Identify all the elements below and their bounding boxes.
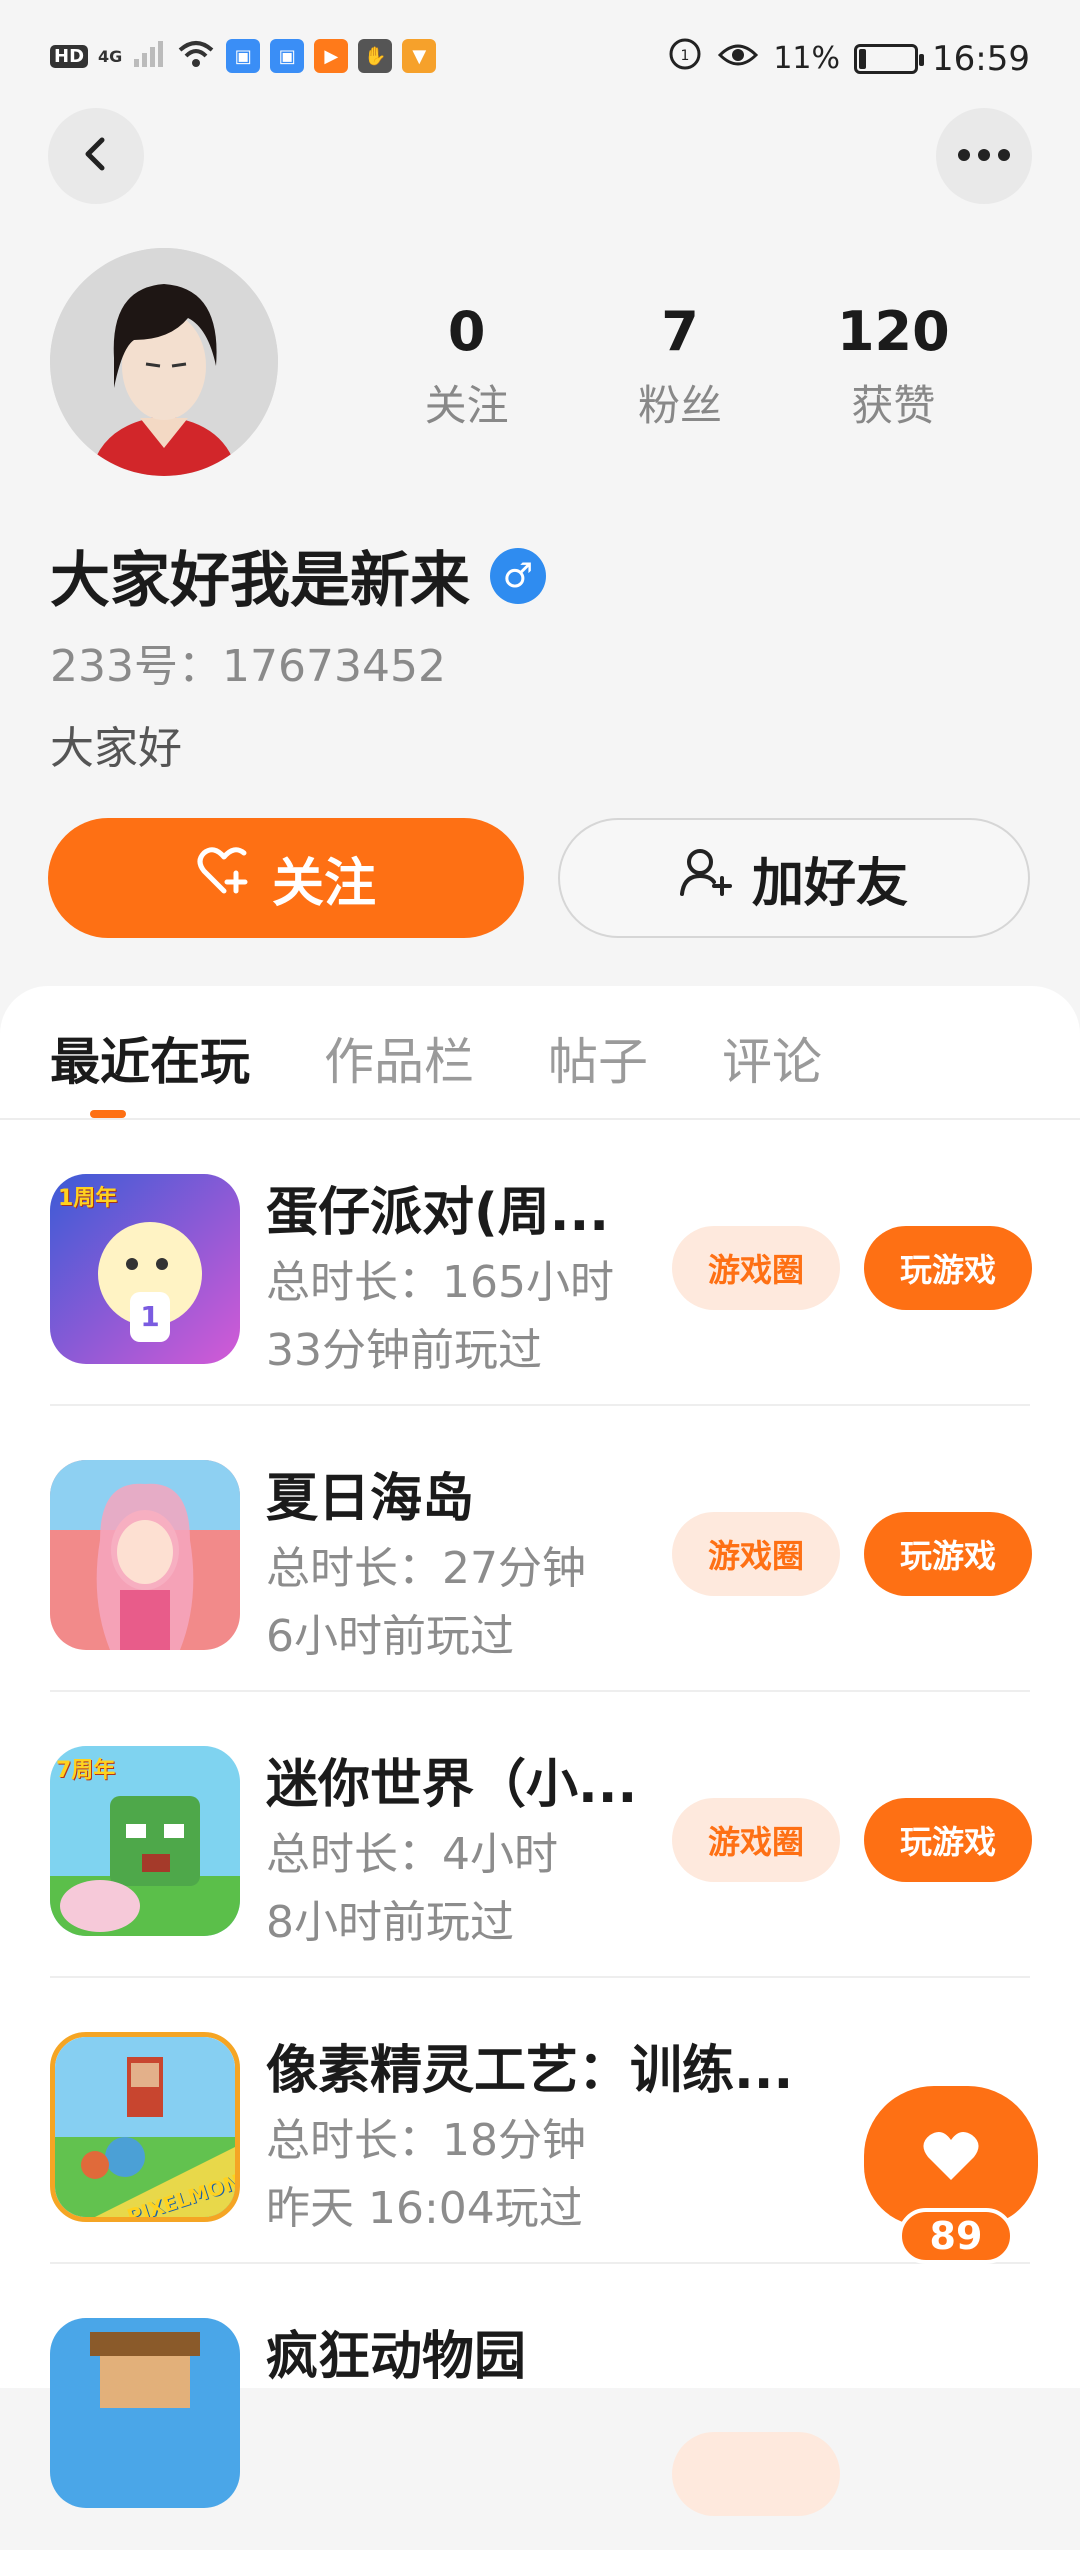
stat-value: 0	[447, 300, 486, 363]
game-icon-badge: 1周年	[58, 1186, 118, 1211]
floating-like-widget[interactable]: 89	[864, 2086, 1038, 2264]
game-title: 迷你世界（小...	[266, 1755, 638, 1815]
game-list-item[interactable]: 夏日海岛 总时长：27分钟 6小时前玩过 游戏圈 玩游戏	[50, 1406, 1032, 1692]
more-horizontal-icon	[956, 147, 1012, 166]
app-notification-icon: ▣	[270, 39, 305, 73]
game-list-item[interactable]: 1 1周年 蛋仔派对(周... 总时长：165小时 33分钟前玩过 游戏圈 玩游…	[50, 1120, 1032, 1406]
signal-icon	[132, 39, 166, 73]
stat-label: 粉丝	[637, 381, 722, 430]
more-button[interactable]	[936, 108, 1032, 204]
game-circle-button[interactable]	[672, 2432, 840, 2516]
male-icon: ♂	[490, 547, 546, 604]
stat-label: 获赞	[851, 381, 936, 430]
tab-bar: 最近在玩 作品栏 帖子 评论	[50, 1022, 822, 1094]
game-icon-badge: 7周年	[56, 1758, 116, 1783]
game-icon: 1 1周年	[50, 1174, 240, 1364]
status-bar: HD 4G ▣ ▣ ▶ ✋ ▼ 1 11% 16:59	[0, 0, 1080, 120]
game-app-icon: ▼	[402, 39, 437, 73]
username: 大家好我是新来	[50, 546, 470, 616]
game-list-item[interactable]: 疯狂动物园	[50, 2264, 1030, 2550]
game-circle-button[interactable]: 游戏圈	[672, 1226, 840, 1310]
add-user-icon	[679, 846, 732, 911]
stat-likes[interactable]: 120 获赞	[787, 300, 1000, 433]
game-title: 蛋仔派对(周...	[266, 1183, 610, 1243]
user-id: 233号：17673452	[50, 641, 446, 692]
game-icon: 7周年	[50, 1746, 240, 1936]
play-game-button[interactable]: 玩游戏	[864, 1798, 1032, 1882]
tab-posts[interactable]: 帖子	[548, 1022, 648, 1094]
back-button[interactable]	[48, 108, 144, 204]
game-duration: 总时长：165小时	[266, 1257, 614, 1308]
game-circle-button[interactable]: 游戏圈	[672, 1798, 840, 1882]
tab-works[interactable]: 作品栏	[324, 1022, 474, 1094]
play-game-button[interactable]: 玩游戏	[864, 1226, 1032, 1310]
add-friend-label: 加好友	[751, 853, 908, 914]
play-game-button[interactable]: 玩游戏	[864, 1512, 1032, 1596]
data-saver-icon: 1	[667, 36, 703, 81]
game-icon	[50, 2318, 240, 2508]
follow-label: 关注	[271, 853, 376, 914]
game-icon: PIXELMON	[50, 2032, 240, 2222]
stat-fans[interactable]: 7 粉丝	[573, 300, 786, 433]
video-app-icon: ▶	[314, 39, 349, 73]
avatar[interactable]	[50, 248, 278, 476]
game-last-played: 6小时前玩过	[266, 1611, 514, 1662]
active-tab-indicator	[90, 1110, 126, 1118]
heart-plus-icon	[196, 846, 252, 910]
game-duration: 总时长：27分钟	[266, 1543, 586, 1594]
like-count: 89	[898, 2208, 1014, 2264]
eye-comfort-icon	[717, 39, 759, 79]
follow-button[interactable]: 关注	[48, 818, 524, 938]
svg-text:1: 1	[681, 48, 690, 64]
hand-app-icon: ✋	[358, 39, 393, 73]
wifi-icon	[176, 38, 216, 74]
game-circle-button[interactable]: 游戏圈	[672, 1512, 840, 1596]
stat-value: 120	[836, 300, 950, 363]
svg-text:1: 1	[140, 1300, 159, 1333]
game-title: 疯狂动物园	[266, 2327, 527, 2387]
profile-stats: 0 关注 7 粉丝 120 获赞	[360, 300, 1000, 433]
game-title: 夏日海岛	[266, 1469, 475, 1529]
game-list-item[interactable]: 7周年 迷你世界（小... 总时长：4小时 8小时前玩过 游戏圈 玩游戏	[50, 1692, 1032, 1978]
hd-label: HD	[50, 44, 89, 68]
heart-icon	[922, 2130, 980, 2186]
username-row: 大家好我是新来 ♂	[50, 532, 546, 619]
game-duration: 总时长：4小时	[266, 1829, 558, 1880]
app-notification-icon: ▣	[226, 39, 261, 73]
add-friend-button[interactable]: 加好友	[558, 818, 1030, 938]
battery-icon	[854, 43, 925, 74]
user-bio: 大家好	[50, 723, 182, 774]
battery-percent: 11%	[773, 41, 841, 76]
clock: 16:59	[932, 38, 1030, 79]
game-icon	[50, 1460, 240, 1650]
stat-following[interactable]: 0 关注	[360, 300, 573, 433]
game-title: 像素精灵工艺：训练...	[266, 2041, 794, 2101]
game-last-played: 8小时前玩过	[266, 1897, 514, 1948]
stat-label: 关注	[424, 381, 509, 430]
game-last-played: 昨天 16:04玩过	[266, 2183, 583, 2234]
tab-recently-played[interactable]: 最近在玩	[50, 1022, 250, 1094]
tab-comments[interactable]: 评论	[722, 1022, 822, 1094]
network-label: 4G	[98, 46, 123, 66]
game-duration: 总时长：18分钟	[266, 2115, 586, 2166]
game-last-played: 33分钟前玩过	[266, 1325, 542, 1376]
stat-value: 7	[661, 300, 699, 363]
chevron-left-icon	[76, 134, 116, 178]
